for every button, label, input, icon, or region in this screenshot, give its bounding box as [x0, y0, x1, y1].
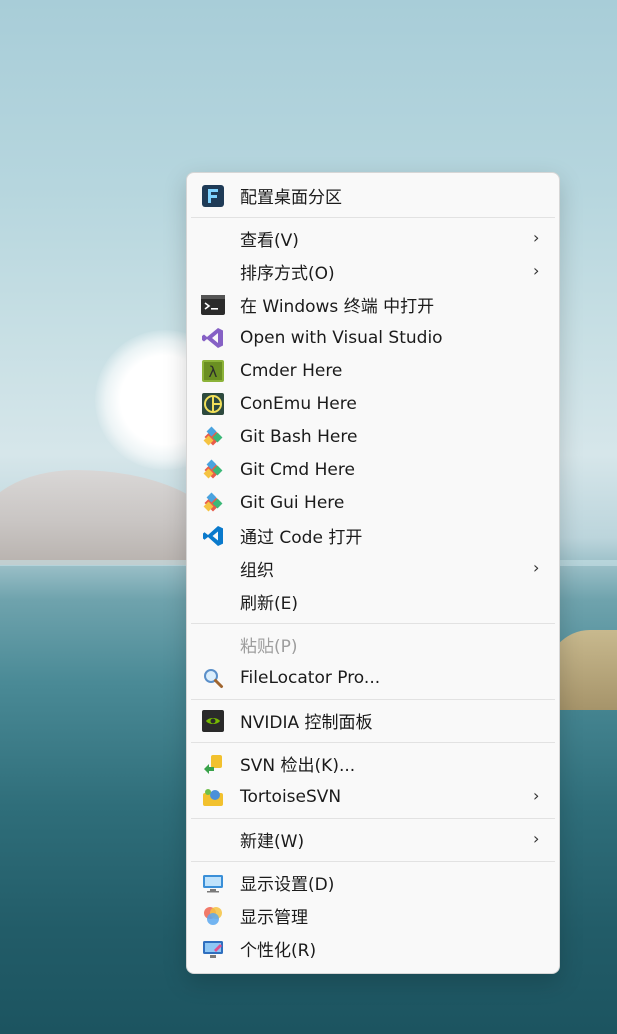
svg-text:λ: λ: [209, 363, 218, 381]
magnifier-icon: [201, 666, 225, 690]
menu-item-conemu-here[interactable]: ConEmu Here: [187, 387, 559, 420]
chevron-right-icon: ›: [533, 261, 540, 280]
menu-item-tortoisesvn[interactable]: TortoiseSVN ›: [187, 780, 559, 813]
vscode-icon: [201, 524, 225, 548]
menu-item-label: Git Bash Here: [240, 426, 358, 447]
menu-separator: [191, 699, 555, 700]
menu-item-filelocator-pro[interactable]: FileLocator Pro...: [187, 661, 559, 694]
menu-item-view[interactable]: 查看(V) ›: [187, 222, 559, 255]
chevron-right-icon: ›: [533, 829, 540, 848]
menu-item-label: 排序方式(O): [240, 264, 335, 284]
chevron-right-icon: ›: [533, 228, 540, 247]
menu-item-open-visual-studio[interactable]: Open with Visual Studio: [187, 321, 559, 354]
menu-item-open-with-code[interactable]: 通过 Code 打开: [187, 519, 559, 552]
menu-item-label: Open with Visual Studio: [240, 327, 443, 348]
menu-item-label: 粘贴(P): [240, 637, 298, 657]
menu-separator: [191, 623, 555, 624]
personalize-icon: [201, 937, 225, 961]
menu-item-fences[interactable]: 配置桌面分区: [187, 179, 559, 212]
menu-item-label: 刷新(E): [240, 594, 299, 614]
menu-item-organize[interactable]: 组织 ›: [187, 552, 559, 585]
desktop-context-menu: 配置桌面分区 查看(V) › 排序方式(O) › 在 Windows 终端 中打…: [186, 172, 560, 974]
git-icon: [201, 425, 225, 449]
menu-separator: [191, 217, 555, 218]
menu-item-open-terminal[interactable]: 在 Windows 终端 中打开: [187, 288, 559, 321]
fences-icon: [201, 184, 225, 208]
menu-item-label: Cmder Here: [240, 360, 343, 381]
menu-item-nvidia-control-panel[interactable]: NVIDIA 控制面板: [187, 704, 559, 737]
conemu-icon: [201, 392, 225, 416]
visual-studio-icon: [201, 326, 225, 350]
menu-item-label: Git Gui Here: [240, 492, 345, 513]
menu-separator: [191, 742, 555, 743]
menu-item-label: SVN 检出(K)...: [240, 756, 356, 776]
menu-item-label: ConEmu Here: [240, 393, 357, 414]
menu-item-refresh[interactable]: 刷新(E): [187, 585, 559, 618]
chevron-right-icon: ›: [533, 786, 540, 805]
cmder-icon: λ: [201, 359, 225, 383]
menu-item-label: Git Cmd Here: [240, 459, 355, 480]
display-manager-icon: [201, 904, 225, 928]
menu-item-git-cmd-here[interactable]: Git Cmd Here: [187, 453, 559, 486]
nvidia-icon: [201, 709, 225, 733]
terminal-icon: [201, 293, 225, 317]
menu-item-new[interactable]: 新建(W) ›: [187, 823, 559, 856]
menu-item-git-bash-here[interactable]: Git Bash Here: [187, 420, 559, 453]
menu-item-label: 配置桌面分区: [240, 188, 342, 208]
git-icon: [201, 491, 225, 515]
tortoisesvn-icon: [201, 785, 225, 809]
menu-item-label: 组织: [240, 561, 274, 581]
display-settings-icon: [201, 871, 225, 895]
menu-item-label: 在 Windows 终端 中打开: [240, 297, 435, 317]
menu-item-label: TortoiseSVN: [240, 786, 342, 807]
svn-checkout-icon: [201, 752, 225, 776]
menu-separator: [191, 861, 555, 862]
menu-item-paste[interactable]: 粘贴(P): [187, 628, 559, 661]
menu-item-label: FileLocator Pro...: [240, 667, 381, 688]
menu-item-label: 个性化(R): [240, 941, 317, 961]
git-icon: [201, 458, 225, 482]
menu-item-label: 显示设置(D): [240, 875, 335, 895]
menu-item-label: 通过 Code 打开: [240, 528, 363, 548]
menu-item-display-manager[interactable]: 显示管理: [187, 899, 559, 932]
menu-separator: [191, 818, 555, 819]
menu-item-git-gui-here[interactable]: Git Gui Here: [187, 486, 559, 519]
menu-item-label: 显示管理: [240, 908, 308, 928]
menu-item-display-settings[interactable]: 显示设置(D): [187, 866, 559, 899]
menu-item-personalize[interactable]: 个性化(R): [187, 932, 559, 965]
menu-item-svn-checkout[interactable]: SVN 检出(K)...: [187, 747, 559, 780]
menu-item-sort-by[interactable]: 排序方式(O) ›: [187, 255, 559, 288]
menu-item-label: 查看(V): [240, 231, 299, 251]
menu-item-label: 新建(W): [240, 832, 305, 852]
chevron-right-icon: ›: [533, 558, 540, 577]
menu-item-label: NVIDIA 控制面板: [240, 713, 373, 733]
menu-item-cmder-here[interactable]: λ Cmder Here: [187, 354, 559, 387]
